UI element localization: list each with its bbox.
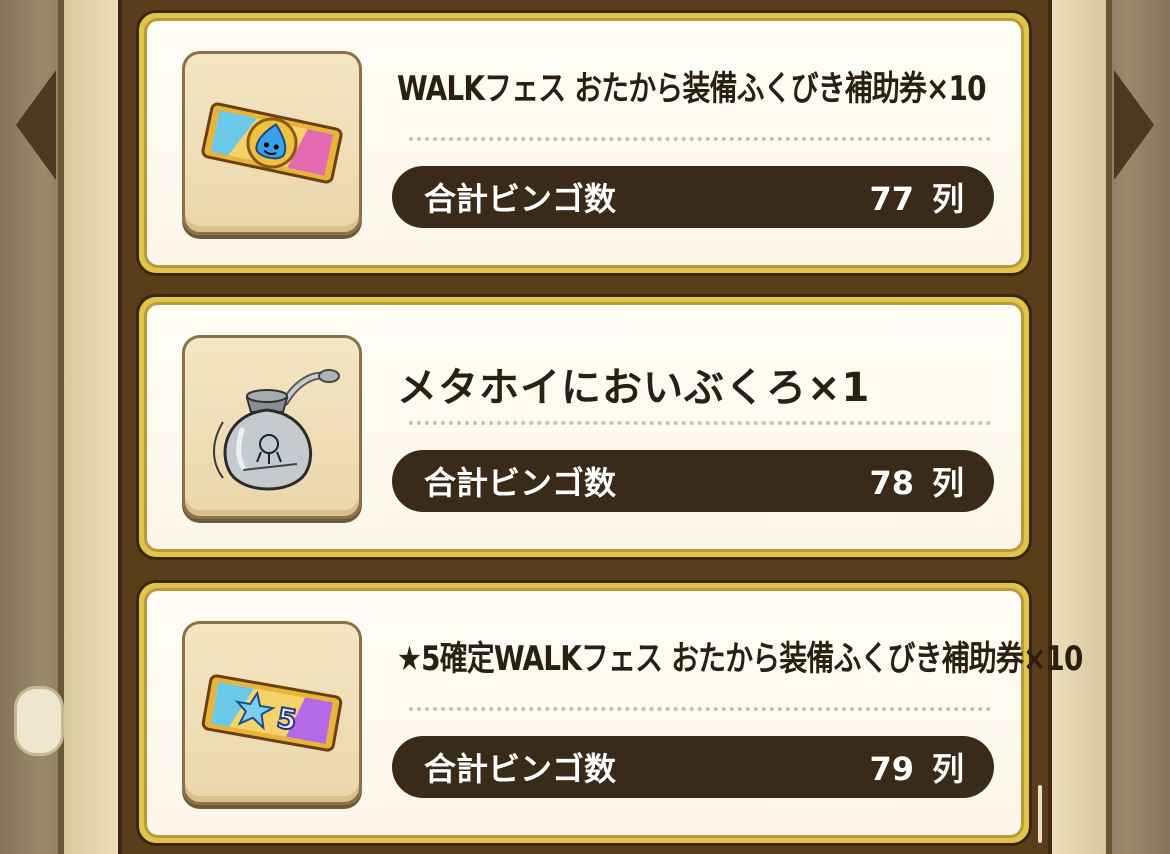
bingo-count: 78 列 xyxy=(869,458,964,504)
bingo-count-unit: 列 xyxy=(931,180,964,218)
star5-ticket-icon: 5 xyxy=(201,674,343,752)
bingo-count: 77 列 xyxy=(869,174,964,220)
reward-title: ★5確定WALKフェス おたから装備ふくびき補助券×10 xyxy=(397,639,1083,679)
blue-slime-ticket-icon xyxy=(201,102,343,184)
reward-icon-tile xyxy=(182,335,362,519)
bingo-count-value: 77 xyxy=(869,180,914,218)
bingo-count-bar: 合計ビンゴ数 78 列 xyxy=(392,450,994,512)
reward-icon-tile: 5 xyxy=(182,621,362,805)
reward-title: WALKフェス おたから装備ふくびき補助券×10 xyxy=(397,69,987,109)
reward-card-inner: 5 ★5確定WALKフェス おたから装備ふくびき補助券×10 合計ビンゴ数 79… xyxy=(144,588,1083,838)
bingo-count-bar: 合計ビンゴ数 79 列 xyxy=(392,736,994,798)
bingo-count-value: 79 xyxy=(869,750,914,788)
bingo-count-value: 78 xyxy=(869,464,914,502)
divider xyxy=(409,421,991,425)
reward-icon-tile xyxy=(182,51,362,235)
reward-title: メタホイにおいぶくろ×1 xyxy=(397,365,871,411)
divider xyxy=(409,137,991,141)
bingo-count: 79 列 xyxy=(869,744,964,790)
bingo-count-bar: 合計ビンゴ数 77 列 xyxy=(392,166,994,228)
bingo-count-unit: 列 xyxy=(931,750,964,788)
reward-card: 5 ★5確定WALKフェス おたから装備ふくびき補助券×10 合計ビンゴ数 79… xyxy=(136,580,1083,846)
bingo-count-label: 合計ビンゴ数 xyxy=(424,180,617,218)
bingo-count-label: 合計ビンゴ数 xyxy=(424,750,617,788)
bingo-count-unit: 列 xyxy=(931,464,964,502)
reward-card: メタホイにおいぶくろ×1 合計ビンゴ数 78 列 xyxy=(136,294,1032,560)
bingo-count-label: 合計ビンゴ数 xyxy=(424,464,617,502)
reward-card-inner: WALKフェス おたから装備ふくびき補助券×10 合計ビンゴ数 77 列 xyxy=(144,18,1024,268)
reward-card: WALKフェス おたから装備ふくびき補助券×10 合計ビンゴ数 77 列 xyxy=(136,10,1032,276)
scrollbar[interactable] xyxy=(1038,785,1042,843)
reward-card-inner: メタホイにおいぶくろ×1 合計ビンゴ数 78 列 xyxy=(144,302,1024,552)
metal-scent-pouch-icon xyxy=(213,369,340,491)
side-badge xyxy=(14,686,64,756)
divider xyxy=(409,707,991,711)
